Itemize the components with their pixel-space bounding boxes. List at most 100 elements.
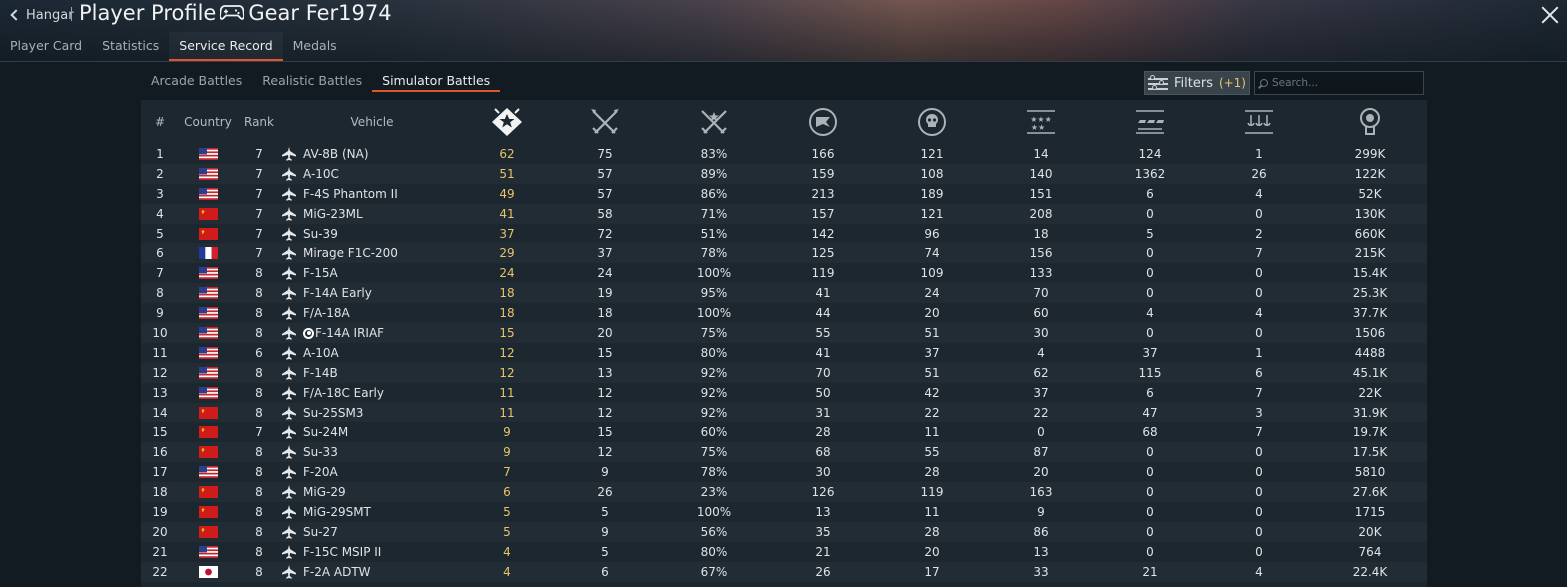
win-rate-cell: 71% [700, 206, 728, 221]
win-rate-cell: 100% [696, 306, 732, 321]
close-icon[interactable] [1541, 6, 1559, 24]
ground-targets-destroyed-cell: 0 [1146, 325, 1154, 340]
air-targets-destroyed-icon[interactable] [877, 100, 987, 144]
ground-targets-destroyed-cell: 6 [1146, 186, 1154, 201]
row-number: 1 [156, 146, 164, 161]
row-number: 17 [152, 465, 168, 480]
table-row[interactable]: 5 7 Su-39 37 72 51% 142 96 18 5 2 660K [141, 223, 1427, 244]
table-row[interactable]: 1 7 AV-8B (NA) 62 75 83% 166 121 14 124 1 299K [141, 144, 1427, 164]
country-flag-icon [179, 303, 237, 323]
table-row[interactable]: 14 8 Su-25SM3 11 12 92% 31 22 22 47 3 31.9K [141, 402, 1427, 423]
aircraft-icon [281, 226, 297, 241]
aircraft-icon [281, 405, 297, 420]
row-number: 7 [156, 266, 164, 281]
filters-button[interactable]: Filters (+1) [1144, 71, 1250, 95]
table-row[interactable]: 22 8 F-2A ADTW 4 6 67% 26 17 33 21 4 22.4K [141, 561, 1427, 582]
player-name: Gear Fer1974 [248, 1, 392, 25]
aircraft-icon [281, 564, 297, 579]
vehicle-name: F-15A [303, 266, 338, 281]
deaths-cell: 26 [815, 564, 831, 579]
ground-targets-destroyed-cell: 0 [1146, 266, 1154, 281]
ground-targets-destroyed-cell: 0 [1146, 445, 1154, 460]
table-row[interactable]: 9 8 F/A-18A 18 18 100% 44 20 60 4 4 37.7K [141, 303, 1427, 324]
col-header-rank[interactable]: Rank [237, 100, 281, 144]
table-row[interactable]: 4 7 MiG-23ML 41 58 71% 157 121 208 0 0 130K [141, 203, 1427, 224]
deaths-cell: 35 [815, 524, 831, 539]
col-header-number[interactable]: # [141, 100, 179, 144]
experience-icon[interactable] [1313, 100, 1427, 144]
table-row[interactable]: 19 8 MiG-29SMT 5 5 100% 13 11 9 0 0 1715 [141, 502, 1427, 522]
air-targets-destroyed-cell: 119 [920, 485, 944, 500]
tab-realistic-battles[interactable]: Realistic Battles [252, 68, 372, 92]
experience-cell: 22K [1358, 385, 1382, 400]
vehicle-cell: F-4S Phantom II [281, 184, 463, 204]
rank-cell: 7 [255, 226, 263, 241]
vehicle-cell: F/A-18A [281, 303, 463, 323]
air-targets-destroyed-cell: 42 [924, 385, 940, 400]
table-row[interactable]: 11 6 A-10A 12 15 80% 41 37 4 37 1 4488 [141, 342, 1427, 363]
tab-statistics[interactable]: Statistics [92, 32, 169, 61]
battles-cell: 57 [597, 166, 613, 181]
rank-cell: 8 [255, 266, 263, 281]
ground-targets-destroyed-cell: 21 [1142, 564, 1158, 579]
table-row[interactable]: 12 8 F-14B 12 13 92% 70 51 62 115 6 45.1K [141, 362, 1427, 383]
battles-cell: 24 [597, 266, 613, 281]
table-row[interactable]: 3 7 F-4S Phantom II 49 57 86% 213 189 151 6 4 52K [141, 183, 1427, 204]
win-rate-cell: 80% [700, 544, 728, 559]
ground-targets-destroyed-cell: 0 [1146, 544, 1154, 559]
vehicle-cell: A-10A [281, 343, 463, 363]
tab-medals[interactable]: Medals [283, 32, 347, 61]
deaths-cell: 13 [815, 504, 831, 519]
battles-cell: 19 [597, 286, 613, 301]
back-button[interactable]: Hangar [8, 5, 74, 25]
vehicle-name: Su-39 [303, 226, 338, 241]
table-row[interactable]: 6 7 Mirage F1C-200 29 37 78% 125 74 156 0 7 215K [141, 243, 1427, 264]
search-input[interactable] [1272, 77, 1422, 89]
ground-targets-destroyed-icon[interactable] [1095, 100, 1205, 144]
win-rate-cell: 78% [700, 465, 728, 480]
ground-targets-destroyed-cell: 124 [1138, 146, 1162, 161]
table-row[interactable]: 8 8 F-14A Early 18 19 95% 41 24 70 0 0 25.3K [141, 283, 1427, 304]
table-row[interactable]: 16 8 Su-33 9 12 75% 68 55 87 0 0 17.5K [141, 442, 1427, 463]
vehicle-cell: MiG-23ML [281, 204, 463, 224]
table-row[interactable]: 17 8 F-20A 7 9 78% 30 28 20 0 0 5810 [141, 462, 1427, 483]
table-row[interactable]: 7 8 F-15A 24 24 100% 119 109 133 0 0 15.4K [141, 263, 1427, 284]
victories-icon[interactable] [463, 100, 551, 144]
deaths-icon[interactable] [769, 100, 877, 144]
table-row[interactable]: 2 7 A-10C 51 57 89% 159 108 140 1362 26 122K [141, 163, 1427, 184]
win-rate-cell: 75% [700, 325, 728, 340]
air-kills-cell: 163 [1029, 485, 1053, 500]
naval-targets-destroyed-cell: 26 [1251, 166, 1267, 181]
tab-simulator-battles[interactable]: Simulator Battles [372, 68, 501, 92]
table-row[interactable]: 13 8 F/A-18C Early 11 12 92% 50 42 37 6 7 22K [141, 382, 1427, 403]
vehicle-cell: Su-25SM3 [281, 403, 463, 423]
country-flag-icon [179, 442, 237, 462]
table-row[interactable]: 18 8 MiG-29 6 26 23% 126 119 163 0 0 27.6K [141, 482, 1427, 503]
table-row[interactable]: 15 7 Su-24M 9 15 60% 28 11 0 68 7 19.7K [141, 422, 1427, 443]
col-header-country[interactable]: Country [179, 100, 237, 144]
win-rate-icon[interactable] [659, 100, 769, 144]
page-title: Player Profile Gear Fer1974 [79, 1, 392, 25]
vehicle-name: Su-24M [303, 425, 349, 440]
vehicle-cell: Su-39 [281, 224, 463, 244]
tab-arcade-battles[interactable]: Arcade Battles [141, 68, 252, 92]
tab-player-card[interactable]: Player Card [0, 32, 92, 61]
air-kills-cell: 86 [1033, 524, 1049, 539]
profile-tabs: Player Card Statistics Service Record Me… [0, 32, 347, 61]
table-row[interactable]: 10 8 F-14A IRIAF 15 20 75% 55 51 30 0 0 1506 [141, 323, 1427, 343]
win-rate-cell: 100% [696, 504, 732, 519]
table-row[interactable]: 20 8 Su-27 5 9 56% 35 28 86 0 0 20K [141, 521, 1427, 542]
air-kills-cell: 30 [1033, 325, 1049, 340]
naval-targets-destroyed-icon[interactable] [1205, 100, 1313, 144]
tab-service-record[interactable]: Service Record [169, 32, 283, 61]
naval-targets-destroyed-cell: 0 [1255, 504, 1263, 519]
col-header-vehicle[interactable]: Vehicle [281, 100, 463, 144]
aircraft-icon [281, 166, 297, 181]
air-kills-icon[interactable]: ★★★ ★★ [987, 100, 1095, 144]
battles-icon[interactable] [551, 100, 659, 144]
deaths-cell: 119 [811, 266, 835, 281]
victories-cell: 37 [499, 226, 515, 241]
vehicle-name: F-14A Early [303, 286, 372, 301]
naval-targets-destroyed-cell: 0 [1255, 206, 1263, 221]
table-row[interactable]: 21 8 F-15C MSIP II 4 5 80% 21 20 13 0 0 764 [141, 541, 1427, 562]
